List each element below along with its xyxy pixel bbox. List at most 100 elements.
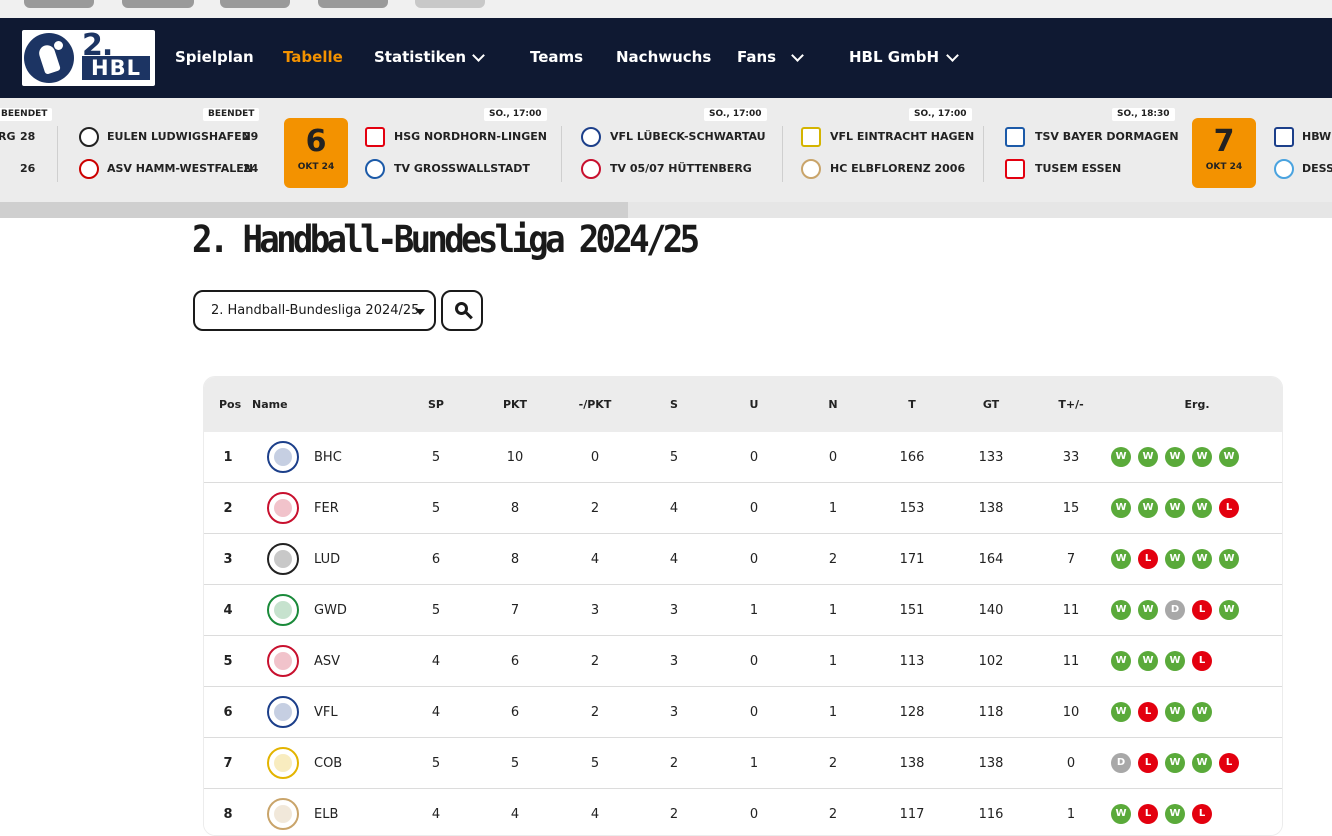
result-badge[interactable]: W xyxy=(1192,549,1212,569)
result-badge[interactable]: W xyxy=(1192,753,1212,773)
result-badge[interactable]: W xyxy=(1165,702,1185,722)
col-s[interactable]: S xyxy=(670,398,678,411)
result-badge[interactable]: W xyxy=(1111,447,1131,467)
col-sp[interactable]: SP xyxy=(428,398,444,411)
team-logo-icon[interactable] xyxy=(267,645,299,677)
result-badge[interactable]: W xyxy=(1138,498,1158,518)
result-badge[interactable]: W xyxy=(1165,753,1185,773)
team-name[interactable]: VFL xyxy=(314,705,338,720)
table-row[interactable]: 8 ELB 4 4 4 2 0 2 117 116 1 W L W L xyxy=(204,789,1282,835)
col-gt[interactable]: GT xyxy=(983,398,999,411)
team-logo-icon[interactable] xyxy=(267,696,299,728)
result-badge[interactable]: D xyxy=(1165,600,1185,620)
col-name[interactable]: Name xyxy=(252,398,288,411)
result-badge[interactable]: W xyxy=(1138,447,1158,467)
team-name[interactable]: BHC xyxy=(314,450,342,465)
col-t[interactable]: T xyxy=(908,398,916,411)
col-pkt[interactable]: PKT xyxy=(503,398,527,411)
team-name[interactable]: TV 05/07 HÜTTENBERG xyxy=(610,162,752,175)
team-logo-icon[interactable] xyxy=(267,543,299,575)
team-name[interactable]: HSG NORDHORN-LINGEN xyxy=(394,130,547,143)
team-name[interactable]: LUD xyxy=(314,552,340,567)
team-logo-icon[interactable] xyxy=(267,492,299,524)
table-row[interactable]: 1 BHC 5 10 0 5 0 0 166 133 33 W W W W W xyxy=(204,432,1282,483)
result-badge[interactable]: W xyxy=(1111,549,1131,569)
col-minus-pkt[interactable]: -/PKT xyxy=(579,398,612,411)
team-name[interactable]: TV GROSSWALLSTADT xyxy=(394,162,530,175)
nav-item-fans[interactable]: Fans xyxy=(737,48,776,66)
team-name[interactable]: HC ELBFLORENZ 2006 xyxy=(830,162,965,175)
nav-item-tabelle[interactable]: Tabelle xyxy=(283,48,343,66)
team-logo-icon[interactable] xyxy=(267,441,299,473)
team-logo-icon[interactable] xyxy=(267,747,299,779)
matchday-box[interactable]: 6 OKT 24 xyxy=(284,118,348,188)
partner-logo[interactable] xyxy=(220,0,290,8)
chevron-down-icon[interactable] xyxy=(791,49,804,62)
result-badge[interactable]: L xyxy=(1138,753,1158,773)
result-badge[interactable]: L xyxy=(1192,804,1212,824)
result-badge[interactable]: W xyxy=(1165,651,1185,671)
result-badge[interactable]: D xyxy=(1111,753,1131,773)
result-badge[interactable]: W xyxy=(1111,498,1131,518)
team-name[interactable]: HBW xyxy=(1302,130,1331,143)
matchday-box[interactable]: 7 OKT 24 xyxy=(1192,118,1256,188)
team-name[interactable]: GWD xyxy=(314,603,347,618)
result-badge[interactable]: W xyxy=(1165,447,1185,467)
team-logo-icon[interactable] xyxy=(267,798,299,830)
table-row[interactable]: 4 GWD 5 7 3 3 1 1 151 140 11 W W D L W xyxy=(204,585,1282,636)
result-badge[interactable]: W xyxy=(1111,651,1131,671)
team-name[interactable]: TSV BAYER DORMAGEN xyxy=(1035,130,1179,143)
table-row[interactable]: 7 COB 5 5 5 2 1 2 138 138 0 D L W W L xyxy=(204,738,1282,789)
result-badge[interactable]: L xyxy=(1138,804,1158,824)
nav-item-teams[interactable]: Teams xyxy=(530,48,583,66)
chevron-down-icon[interactable] xyxy=(946,49,959,62)
result-badge[interactable]: L xyxy=(1219,498,1239,518)
team-name[interactable]: VFL LÜBECK-SCHWARTAU xyxy=(610,130,766,143)
result-badge[interactable]: L xyxy=(1138,702,1158,722)
team-logo-icon[interactable] xyxy=(267,594,299,626)
table-row[interactable]: 6 VFL 4 6 2 3 0 1 128 118 10 W L W W xyxy=(204,687,1282,738)
table-row[interactable]: 2 FER 5 8 2 4 0 1 153 138 15 W W W W L xyxy=(204,483,1282,534)
result-badge[interactable]: W xyxy=(1165,549,1185,569)
team-name[interactable]: FER xyxy=(314,501,339,516)
result-badge[interactable]: W xyxy=(1219,447,1239,467)
hbl-logo[interactable]: 2. HBL xyxy=(22,28,155,86)
result-badge[interactable]: W xyxy=(1138,600,1158,620)
ticker-scrollbar-track[interactable] xyxy=(628,202,1332,218)
col-pos[interactable]: Pos xyxy=(219,398,241,411)
result-badge[interactable]: L xyxy=(1192,600,1212,620)
team-name[interactable]: EULEN LUDWIGSHAFEN xyxy=(107,130,251,143)
col-diff[interactable]: T+/- xyxy=(1058,398,1083,411)
col-u[interactable]: U xyxy=(750,398,759,411)
result-badge[interactable]: L xyxy=(1138,549,1158,569)
team-name[interactable]: TUSEM ESSEN xyxy=(1035,162,1121,175)
result-badge[interactable]: W xyxy=(1219,549,1239,569)
col-n[interactable]: N xyxy=(828,398,837,411)
table-row[interactable]: 5 ASV 4 6 2 3 0 1 113 102 11 W W W L xyxy=(204,636,1282,687)
team-name[interactable]: COB xyxy=(314,756,342,771)
nav-item-statistiken[interactable]: Statistiken xyxy=(374,48,466,66)
result-badge[interactable]: W xyxy=(1192,498,1212,518)
result-badge[interactable]: W xyxy=(1192,447,1212,467)
nav-item-nachwuchs[interactable]: Nachwuchs xyxy=(616,48,711,66)
chevron-down-icon[interactable] xyxy=(472,49,485,62)
team-name[interactable]: VFL EINTRACHT HAGEN xyxy=(830,130,974,143)
result-badge[interactable]: W xyxy=(1165,498,1185,518)
search-button[interactable] xyxy=(441,290,483,331)
result-badge[interactable]: W xyxy=(1111,702,1131,722)
team-name[interactable]: ASV HAMM-WESTFALEN xyxy=(107,162,253,175)
partner-logo[interactable] xyxy=(24,0,94,8)
partner-logo[interactable] xyxy=(415,0,485,8)
team-name[interactable]: ELB xyxy=(314,807,338,822)
result-badge[interactable]: W xyxy=(1138,651,1158,671)
partner-logo[interactable] xyxy=(318,0,388,8)
result-badge[interactable]: L xyxy=(1219,753,1239,773)
table-row[interactable]: 3 LUD 6 8 4 4 0 2 171 164 7 W L W W W xyxy=(204,534,1282,585)
partner-logo[interactable] xyxy=(122,0,194,8)
ticker-scrollbar-thumb[interactable] xyxy=(0,202,628,218)
nav-item-hbl-gmbh[interactable]: HBL GmbH xyxy=(849,48,939,66)
result-badge[interactable]: W xyxy=(1192,702,1212,722)
season-select[interactable]: 2. Handball-Bundesliga 2024/25 xyxy=(193,290,436,331)
result-badge[interactable]: W xyxy=(1219,600,1239,620)
nav-item-spielplan[interactable]: Spielplan xyxy=(175,48,254,66)
